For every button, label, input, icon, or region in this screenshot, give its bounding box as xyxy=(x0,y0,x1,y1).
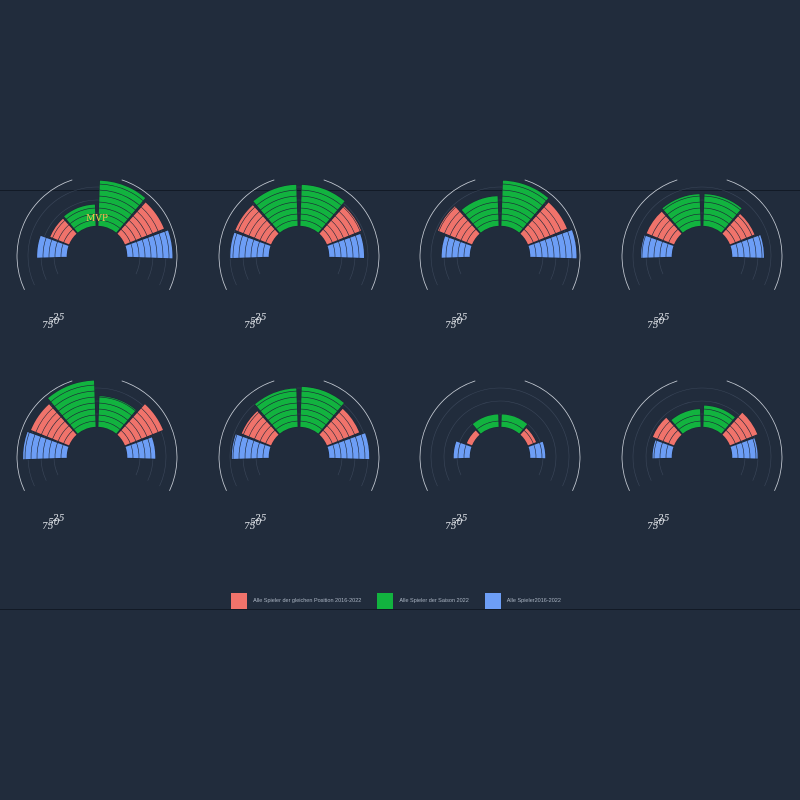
radial-tick-label: 75 xyxy=(244,522,256,532)
legend-item-all[interactable]: Alle Spieler2016-2022 xyxy=(484,593,569,609)
radial-chart-3: 255075 xyxy=(419,179,581,331)
radial-chart-6: 255075 xyxy=(218,380,380,532)
radial-tick-label: 75 xyxy=(647,321,659,331)
legend: Alle Spieler der gleichen Position 2016-… xyxy=(0,593,800,609)
radial-tick-label: 75 xyxy=(244,321,256,331)
legend-item-position[interactable]: Alle Spieler der gleichen Position 2016-… xyxy=(231,593,369,609)
radial-tick-label: 75 xyxy=(445,321,457,331)
mvp-badge: MVP xyxy=(86,214,108,224)
legend-label-position: Alle Spieler der gleichen Position 2016-… xyxy=(253,598,362,604)
radial-tick-label: 75 xyxy=(647,522,659,532)
legend-swatch-position xyxy=(231,593,248,609)
legend-item-season[interactable]: Alle Spieler der Saison 2022 xyxy=(377,593,476,609)
radial-tick-label: 75 xyxy=(445,522,457,532)
legend-swatch-season xyxy=(377,593,394,609)
radial-tick-label: 75 xyxy=(42,321,54,331)
radial-tick-label: 75 xyxy=(42,522,54,532)
radial-charts-grid: 255075 MVP 255075 255075 255075 255075 255075 2… xyxy=(16,179,783,532)
legend-label-all: Alle Spieler2016-2022 xyxy=(506,598,561,604)
radial-chart-8: 255075 xyxy=(621,380,783,532)
bar-segment xyxy=(466,429,481,447)
gridline-ring-75 xyxy=(430,387,570,487)
radial-chart-5: 255075 xyxy=(16,379,178,532)
legend-label-season: Alle Spieler der Saison 2022 xyxy=(399,598,469,604)
radial-chart-2: 255075 xyxy=(218,179,380,331)
radial-chart-7: 255075 xyxy=(419,380,581,532)
radial-chart-4: 255075 xyxy=(621,179,783,331)
outer-arc-left xyxy=(419,380,476,491)
legend-swatch-all xyxy=(484,593,501,609)
gridline-ring-50 xyxy=(443,400,557,481)
radial-chart-1: 255075MVP xyxy=(16,179,178,331)
